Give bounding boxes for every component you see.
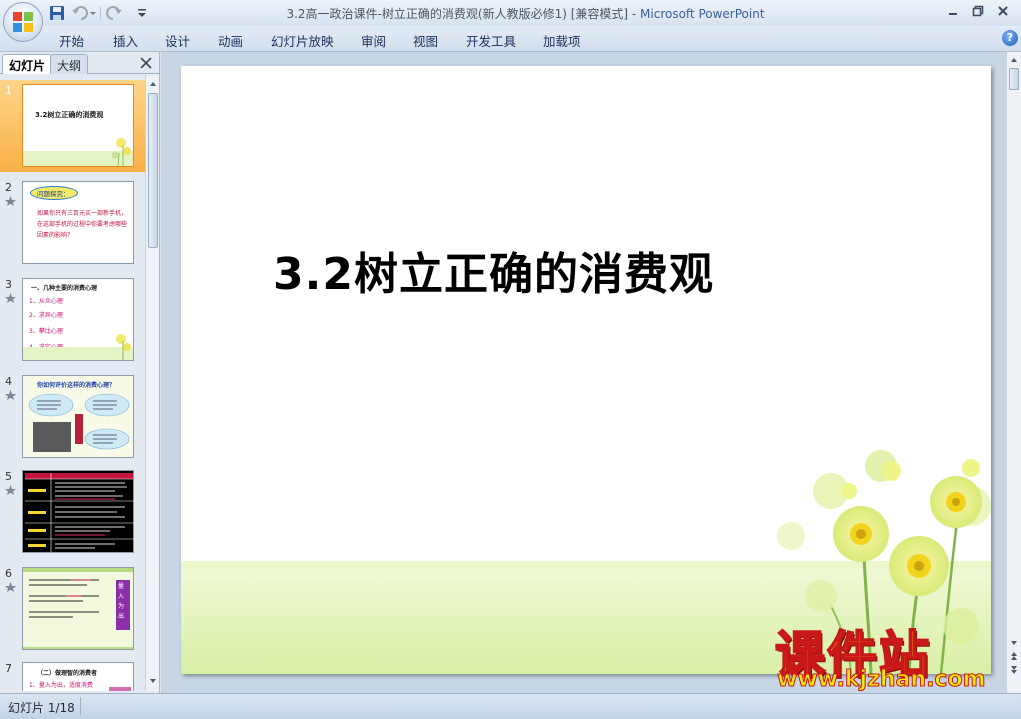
slide-preview: （二）做理智的消费者 1、量入为出，适度消费 [22, 662, 134, 691]
animation-star-icon [5, 196, 16, 206]
slides-panel: 幻灯片 大纲 1 3.2树立正确的消费观 2 问题探究： 如果你只有三百元买一部… [0, 52, 160, 693]
animation-star-icon [5, 582, 16, 592]
customize-quick-access-icon[interactable] [136, 4, 148, 22]
tab-review[interactable]: 审阅 [361, 31, 386, 50]
tab-view[interactable]: 视图 [413, 31, 438, 50]
slide-number: 5 [5, 470, 12, 483]
flower-decoration-icon [23, 138, 133, 166]
close-icon [140, 57, 152, 69]
tab-outline[interactable]: 大纲 [50, 54, 89, 74]
save-icon[interactable] [48, 4, 66, 22]
slide-number: 7 [5, 662, 12, 675]
panel-close-button[interactable] [138, 55, 154, 71]
minimize-button[interactable] [942, 2, 964, 20]
current-slide[interactable]: 3.2树立正确的消费观 [181, 66, 991, 674]
scroll-up-icon [1011, 58, 1017, 62]
minimize-icon [949, 13, 957, 15]
title-separator: - [628, 7, 641, 21]
restore-button[interactable] [967, 2, 989, 20]
scroll-up-icon [150, 82, 156, 86]
slide-thumbnail-2[interactable]: 2 问题探究： 如果你只有三百元买一部新手机，在这部手机的过程中你要考虑哪些因素… [0, 177, 145, 269]
close-button[interactable] [992, 2, 1014, 20]
document-name: 3.2高一政治课件-树立正确的消费观(新人教版必修1) [兼容模式] [286, 7, 629, 21]
slide-indicator: 幻灯片 1/18 [8, 701, 75, 715]
animation-star-icon [5, 390, 16, 400]
tab-insert[interactable]: 插入 [113, 31, 138, 50]
window-title: 3.2高一政治课件-树立正确的消费观(新人教版必修1) [兼容模式] - Mic… [150, 5, 901, 22]
thumb-body: 如果你只有三百元买一部新手机，在这部手机的过程中你要考虑哪些因素的影响？ [37, 210, 128, 239]
close-icon [998, 6, 1008, 16]
panel-tabs: 幻灯片 大纲 [0, 52, 160, 74]
speech-bubbles-icon [28, 393, 130, 452]
slide-preview: 你如何评价这样的消费心理？ [22, 375, 134, 458]
scrollbar-thumb[interactable] [148, 93, 158, 248]
tab-add-ins[interactable]: 加载项 [543, 31, 581, 50]
undo-icon[interactable] [71, 4, 97, 22]
slide-number: 3 [5, 278, 12, 291]
vertical-scrollbar[interactable] [1006, 52, 1021, 693]
app-name: Microsoft PowerPoint [640, 7, 765, 21]
thumb-list-item: 1、量入为出，适度消费 [29, 682, 93, 689]
slide-thumbnail-4[interactable]: 4 你如何评价这样的消费心理？ [0, 371, 145, 463]
status-bar: 幻灯片 1/18 [0, 693, 1021, 719]
watermark-url: www.kjzhan.com [777, 667, 987, 693]
flower-background-icon [181, 450, 991, 674]
help-icon[interactable]: ? [1002, 30, 1018, 46]
scroll-down-icon [1011, 641, 1017, 645]
slide-thumbnail-list: 1 3.2树立正确的消费观 2 问题探究： 如果你只有三百元买一部新手机，在这部… [0, 75, 145, 691]
tab-home[interactable]: 开始 [59, 31, 84, 50]
office-button[interactable] [3, 2, 43, 42]
animation-star-icon [5, 485, 16, 495]
slide-preview [22, 470, 134, 553]
restore-icon [972, 5, 984, 17]
office-logo-icon [13, 12, 33, 32]
slide-thumbnail-3[interactable]: 3 一、几种主要的消费心理 1、从众心理 2、求异心理 3、攀比心理 4、求实心… [0, 274, 145, 366]
slide-number: 1 [5, 84, 12, 97]
tab-developer[interactable]: 开发工具 [466, 31, 516, 50]
scrollbar-thumb[interactable] [1009, 68, 1019, 90]
redo-icon[interactable] [104, 4, 124, 22]
slide-preview: 问题探究： 如果你只有三百元买一部新手机，在这部手机的过程中你要考虑哪些因素的影… [22, 181, 134, 264]
slide-number: 6 [5, 567, 12, 580]
tab-design[interactable]: 设计 [165, 31, 190, 50]
thumb-heading: （二）做理智的消费者 [37, 670, 98, 677]
slide-title[interactable]: 3.2树立正确的消费观 [273, 238, 714, 302]
animation-star-icon [5, 293, 16, 303]
tab-slideshow[interactable]: 幻灯片放映 [271, 31, 334, 50]
status-divider [80, 697, 81, 715]
flower-decoration-icon [23, 334, 133, 360]
ribbon-tab-bar: 开始 插入 设计 动画 幻灯片放映 审阅 视图 开发工具 加载项 ? [0, 26, 1021, 52]
slide-preview: 3.2树立正确的消费观 [22, 84, 134, 167]
scroll-down-icon [150, 679, 156, 683]
tab-slides[interactable]: 幻灯片 [2, 54, 53, 74]
next-slide-icon [1011, 666, 1017, 674]
table-preview-icon [25, 473, 133, 552]
thumbnail-scrollbar[interactable] [145, 75, 159, 691]
previous-slide-icon [1011, 652, 1017, 660]
tab-animations[interactable]: 动画 [218, 31, 243, 50]
slide-number: 4 [5, 375, 12, 388]
slide-preview: 一、几种主要的消费心理 1、从众心理 2、求异心理 3、攀比心理 4、求实心理 [22, 278, 134, 361]
slide-preview: 量入为出 [22, 567, 134, 650]
title-bar: 3.2高一政治课件-树立正确的消费观(新人教版必修1) [兼容模式] - Mic… [0, 0, 1021, 26]
slide-thumbnail-6[interactable]: 6 量入为出 [0, 563, 145, 655]
slide-thumbnail-7[interactable]: 7 （二）做理智的消费者 1、量入为出，适度消费 [0, 658, 145, 691]
thumb-heading: 问题探究： [37, 190, 70, 198]
thumb-side-text: 量入为出 [118, 583, 125, 620]
slide-editing-area: 3.2树立正确的消费观 [161, 52, 1006, 693]
slide-thumbnail-1[interactable]: 1 3.2树立正确的消费观 [0, 80, 145, 172]
slide-thumbnail-5[interactable]: 5 [0, 466, 145, 558]
slide-number: 2 [5, 181, 12, 194]
